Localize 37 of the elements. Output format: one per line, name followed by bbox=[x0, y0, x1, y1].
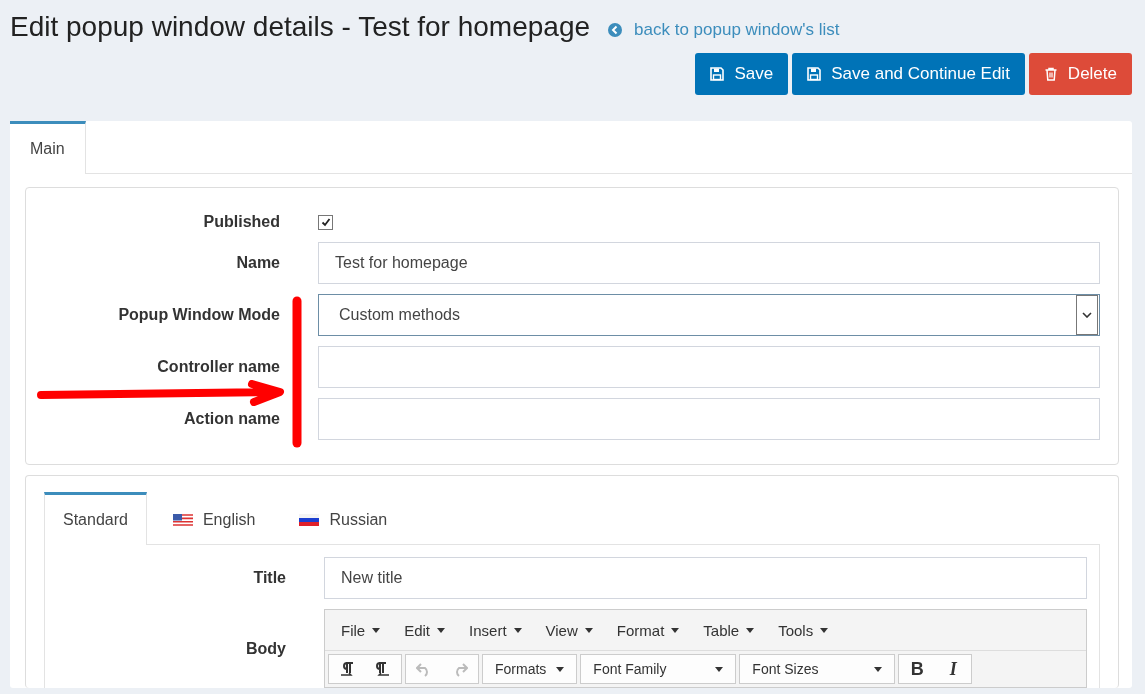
format-button[interactable]: I bbox=[935, 656, 972, 682]
field-label: Published bbox=[203, 213, 280, 231]
field-label: Name bbox=[236, 254, 280, 272]
field-label: Body bbox=[246, 639, 286, 658]
action-button[interactable]: Delete bbox=[1028, 53, 1132, 95]
checkbox[interactable] bbox=[318, 214, 333, 230]
action-button[interactable]: Save bbox=[695, 53, 789, 95]
language-tab[interactable]: English bbox=[146, 492, 274, 544]
language-tab[interactable]: Russian bbox=[273, 492, 406, 544]
field-label: Controller name bbox=[157, 358, 280, 376]
editor-menu[interactable]: Table bbox=[695, 617, 765, 643]
editor-menu[interactable]: Insert bbox=[461, 617, 532, 643]
text-field[interactable]: New title bbox=[324, 557, 1087, 599]
chevron-down-icon bbox=[1082, 312, 1092, 318]
format-button[interactable]: B bbox=[899, 656, 936, 682]
select-field[interactable]: Custom methods bbox=[318, 294, 1100, 336]
editor-menu[interactable]: File bbox=[333, 617, 391, 643]
text-field[interactable]: Test for homepage bbox=[318, 242, 1100, 284]
action-button[interactable]: Save and Continue Edit bbox=[792, 53, 1025, 95]
text-field[interactable] bbox=[318, 398, 1100, 440]
editor-menu[interactable]: Edit bbox=[396, 617, 456, 643]
editor-menu[interactable]: Tools bbox=[770, 617, 839, 643]
editor-menu[interactable]: Format bbox=[608, 617, 690, 643]
tab[interactable]: Main bbox=[10, 121, 86, 174]
editor-dropdown[interactable]: Formats bbox=[482, 654, 578, 684]
field-label: Title bbox=[253, 569, 286, 587]
editor-menu[interactable]: View bbox=[537, 617, 603, 643]
editor-dropdown[interactable]: Font Family bbox=[580, 654, 737, 684]
editor-dropdown[interactable]: Font Sizes bbox=[739, 654, 896, 684]
trash-icon bbox=[1043, 67, 1058, 81]
field-label: Action name bbox=[184, 410, 280, 428]
field-label: Popup Window Mode bbox=[118, 306, 280, 324]
language-tab[interactable]: Standard bbox=[44, 492, 147, 545]
flag-icon bbox=[172, 513, 193, 526]
flag-icon bbox=[299, 513, 320, 526]
page-title: Edit popup window details - Test for homepage bbox=[10, 10, 591, 44]
text-field[interactable] bbox=[318, 346, 1100, 388]
